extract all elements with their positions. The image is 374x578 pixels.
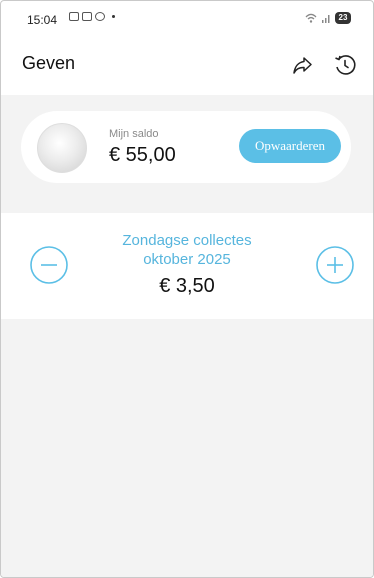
balance-card: Mijn saldo € 55,00 Opwaarderen xyxy=(21,111,351,183)
topup-button[interactable]: Opwaarderen xyxy=(239,129,341,163)
main-content: Mijn saldo € 55,00 Opwaarderen Zondagse … xyxy=(1,95,373,577)
history-button[interactable] xyxy=(331,51,359,79)
increase-button[interactable] xyxy=(315,245,355,285)
sync-icon xyxy=(95,12,105,21)
screenshot-icon xyxy=(69,12,79,21)
wifi-icon xyxy=(305,13,317,23)
minus-icon xyxy=(30,246,68,284)
collection-title-line1: Zondagse collectes xyxy=(122,232,252,249)
app-screen: 15:04 23 Geven Mijn saldo € 55,00 Opwaar… xyxy=(0,0,374,578)
collection-title-line2: oktober 2025 xyxy=(143,251,231,268)
balance-label: Mijn saldo xyxy=(109,128,159,140)
status-bar: 15:04 23 xyxy=(1,1,373,37)
status-time: 15:04 xyxy=(27,13,58,27)
gallery-icon xyxy=(82,12,92,21)
app-header: Geven xyxy=(1,37,373,95)
plus-icon xyxy=(316,246,354,284)
history-icon xyxy=(335,55,356,75)
signal-icon xyxy=(322,15,330,23)
share-icon xyxy=(293,57,312,74)
notification-icons xyxy=(69,12,115,21)
avatar xyxy=(37,123,87,173)
collection-title: Zondagse collectes oktober 2025 xyxy=(97,231,277,269)
share-button[interactable] xyxy=(289,51,317,79)
collection-amount: € 3,50 xyxy=(159,275,215,297)
decrease-button[interactable] xyxy=(29,245,69,285)
page-title: Geven xyxy=(22,53,76,73)
balance-amount: € 55,00 xyxy=(109,144,176,166)
system-icons: 23 xyxy=(305,12,351,24)
collection-panel: Zondagse collectes oktober 2025 € 3,50 xyxy=(1,213,373,319)
more-notifications-icon xyxy=(112,15,115,18)
battery-icon: 23 xyxy=(335,12,351,24)
